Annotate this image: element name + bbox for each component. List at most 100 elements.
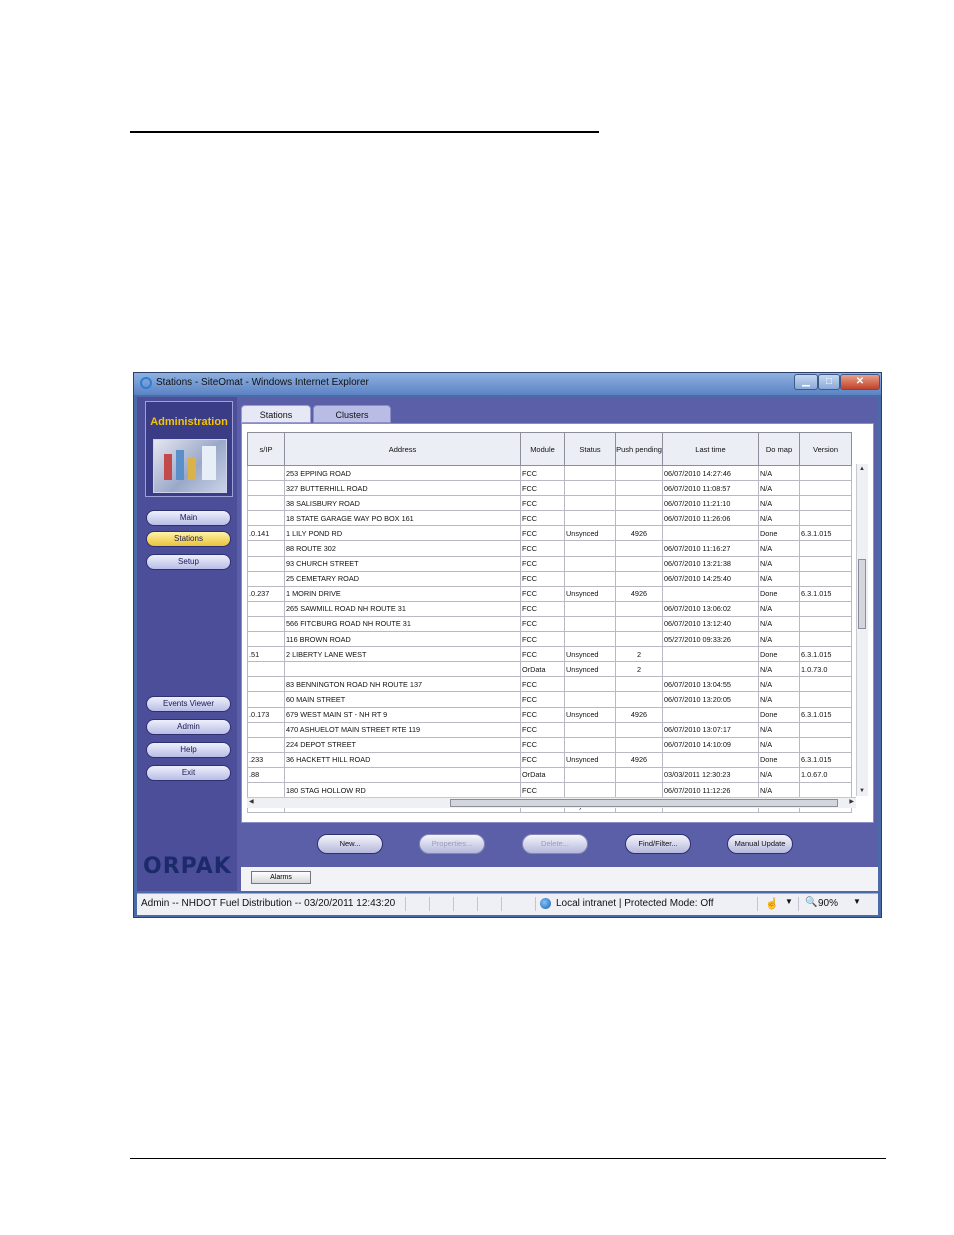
tab-clusters[interactable]: Clusters (313, 405, 391, 423)
vertical-scroll-thumb[interactable] (858, 559, 866, 629)
table-row[interactable]: 470 ASHUELOT MAIN STREET RTE 119 FCC 06/07… (247, 721, 852, 738)
cell-do-map: N/A (758, 766, 800, 783)
table-row[interactable]: 224 DEPOT STREET FCC 06/07/2010 14:10:09 N/… (247, 736, 852, 753)
nav-setup-button[interactable]: Setup (146, 554, 231, 570)
cell-version (799, 510, 852, 527)
tab-stations[interactable]: Stations (241, 405, 311, 423)
cell-last-time: 06/07/2010 13:20:05 (662, 691, 759, 708)
events-viewer-button[interactable]: Events Viewer (146, 696, 231, 712)
table-row[interactable]: .88 OrData 03/03/2011 12:30:23 N/A 1.0.67.0 (247, 766, 852, 783)
nav-main-button[interactable]: Main (146, 510, 231, 526)
cell-push-pending (615, 570, 663, 587)
cell-last-time: 06/07/2010 13:07:17 (662, 721, 759, 738)
cell-push-pending (615, 615, 663, 633)
find-filter-button[interactable]: Find/Filter... (625, 834, 691, 854)
new-button[interactable]: New... (317, 834, 383, 854)
cell-status (564, 766, 616, 783)
pointer-icon[interactable]: ☝ (765, 897, 779, 910)
close-button[interactable]: ✕ (840, 374, 880, 390)
vertical-scrollbar[interactable]: ▲ ▼ (856, 464, 868, 796)
scroll-right-icon[interactable]: ▶ (849, 798, 854, 805)
cell-ip (247, 495, 285, 512)
manual-update-button[interactable]: Manual Update (727, 834, 793, 854)
cell-module: FCC (520, 570, 565, 587)
table-row[interactable]: 116 BROWN ROAD FCC 05/27/2010 09:33:26 N/A (247, 631, 852, 648)
cell-address: 224 DEPOT STREET (284, 736, 521, 753)
cell-address: 1 LILY POND RD (284, 525, 521, 542)
column-header-ip[interactable]: s/IP (247, 432, 285, 466)
cell-address (284, 766, 521, 783)
scroll-down-icon[interactable]: ▼ (859, 788, 865, 794)
cell-version (799, 781, 852, 799)
table-row[interactable]: 25 CEMETARY ROAD FCC 06/07/2010 14:25:40 N/… (247, 570, 852, 587)
table-row[interactable]: .0.141 1 LILY POND RD FCC Unsynced 4926 Done 6… (247, 525, 852, 542)
cell-version: 6.3.1.015 (799, 646, 852, 663)
zoom-level[interactable]: 90% (818, 898, 838, 909)
scroll-up-icon[interactable]: ▲ (859, 466, 865, 472)
minimize-button[interactable]: ▁ (794, 374, 818, 390)
cell-address: 93 CHURCH STREET (284, 555, 521, 572)
table-row[interactable]: .0.173 679 WEST MAIN ST - NH RT 9 FCC Unsyn… (247, 706, 852, 723)
help-button[interactable]: Help (146, 742, 231, 758)
cell-version (799, 600, 852, 617)
cell-ip (247, 615, 285, 633)
nav-stations-button[interactable]: Stations (146, 531, 231, 547)
cell-last-time: 06/07/2010 11:08:57 (662, 480, 759, 497)
table-row[interactable]: 18 STATE GARAGE WAY PO BOX 161 FCC 06/07/2… (247, 510, 852, 527)
admin-button[interactable]: Admin (146, 719, 231, 735)
properties-button[interactable]: Properties... (419, 834, 485, 854)
admin-panel: Administration (145, 401, 233, 497)
table-row[interactable]: 180 STAG HOLLOW RD FCC 06/07/2010 11:12:26… (247, 781, 852, 799)
cell-version: 1.0.67.0 (799, 766, 852, 783)
table-row[interactable]: .51 2 LIBERTY LANE WEST FCC Unsynced 2 Done 6.… (247, 646, 852, 663)
delete-button[interactable]: Delete... (522, 834, 588, 854)
table-row[interactable]: OrData Unsynced 2 N/A 1.0.73.0 (247, 661, 852, 678)
table-row[interactable]: .0.237 1 MORIN DRIVE FCC Unsynced 4926 Done 6.… (247, 585, 852, 602)
table-row[interactable]: .233 36 HACKETT HILL ROAD FCC Unsynced 4926 D… (247, 751, 852, 768)
cell-do-map: N/A (758, 661, 800, 678)
sidebar-title: Administration (150, 416, 228, 428)
cell-do-map: N/A (758, 676, 800, 693)
table-row[interactable]: 253 EPPING ROAD FCC 06/07/2010 14:27:46 N/A (247, 464, 852, 482)
horizontal-scrollbar[interactable]: ◀ ▶ (247, 797, 856, 808)
zoom-dropdown-icon[interactable]: ▼ (853, 897, 861, 906)
cell-address (284, 661, 521, 678)
cell-module: FCC (520, 646, 565, 663)
cell-do-map: N/A (758, 721, 800, 738)
cell-version: 6.3.1.015 (799, 525, 852, 542)
cell-address: 38 SALISBURY ROAD (284, 495, 521, 512)
cell-last-time: 05/27/2010 09:33:26 (662, 631, 759, 648)
cell-ip (247, 781, 285, 799)
cell-module: FCC (520, 706, 565, 723)
chevron-down-icon[interactable]: ▼ (785, 897, 793, 906)
table-row[interactable]: 327 BUTTERHILL ROAD FCC 06/07/2010 11:08:5… (247, 480, 852, 497)
zoom-icon[interactable]: 🔍 (805, 897, 817, 908)
table-row[interactable]: 38 SALISBURY ROAD FCC 06/07/2010 11:21:10 N… (247, 495, 852, 512)
column-header-status[interactable]: Status (564, 432, 616, 466)
column-header-do-map[interactable]: Do map (758, 432, 800, 466)
column-header-last-time[interactable]: Last time (662, 432, 759, 466)
cell-address: 265 SAWMILL ROAD NH ROUTE 31 (284, 600, 521, 617)
security-zone[interactable]: Local intranet | Protected Mode: Off (556, 898, 714, 909)
cell-push-pending (615, 510, 663, 527)
table-row[interactable]: 265 SAWMILL ROAD NH ROUTE 31 FCC 06/07/201… (247, 600, 852, 617)
column-header-push-pending[interactable]: Push pending (615, 432, 663, 466)
table-row[interactable]: 93 CHURCH STREET FCC 06/07/2010 13:21:38 N/… (247, 555, 852, 572)
alarms-button[interactable]: Alarms (251, 871, 311, 884)
table-row[interactable]: 83 BENNINGTON ROAD NH ROUTE 137 FCC 06/07/… (247, 676, 852, 693)
cell-module: FCC (520, 525, 565, 542)
column-header-module[interactable]: Module (520, 432, 565, 466)
cell-do-map: N/A (758, 631, 800, 648)
column-header-version[interactable]: Version (799, 432, 852, 466)
cell-address: 116 BROWN ROAD (284, 631, 521, 648)
table-row[interactable]: 566 FITCBURG ROAD NH ROUTE 31 FCC 06/07/20… (247, 615, 852, 633)
scroll-left-icon[interactable]: ◀ (249, 798, 254, 805)
column-header-address[interactable]: Address (284, 432, 521, 466)
cell-do-map: Done (758, 706, 800, 723)
table-row[interactable]: 88 ROUTE 302 FCC 06/07/2010 11:16:27 N/A (247, 540, 852, 557)
exit-button[interactable]: Exit (146, 765, 231, 781)
cell-push-pending (615, 495, 663, 512)
table-row[interactable]: 60 MAIN STREET FCC 06/07/2010 13:20:05 N/A (247, 691, 852, 708)
horizontal-scroll-thumb[interactable] (450, 799, 838, 807)
maximize-button[interactable]: □ (818, 374, 840, 390)
